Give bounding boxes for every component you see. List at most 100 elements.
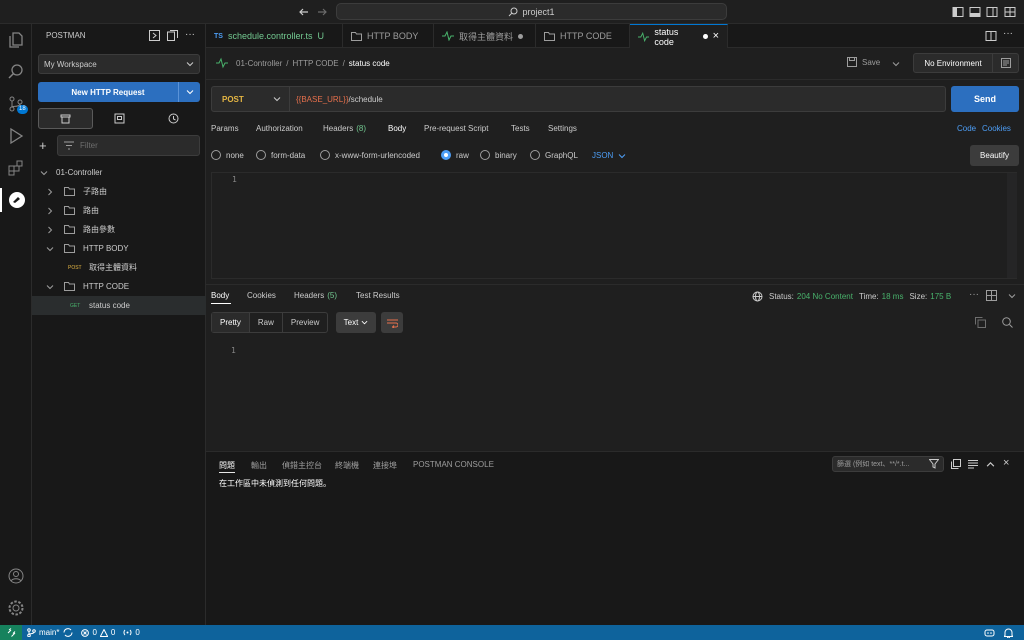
new-request-dropdown-icon[interactable] xyxy=(178,82,200,102)
postman-icon[interactable] xyxy=(0,188,32,212)
notifications-bell-icon[interactable] xyxy=(1004,628,1013,638)
url-input[interactable]: {{BASE_URL}} /schedule xyxy=(290,95,383,104)
panel-tab-problems[interactable]: 問題 xyxy=(219,460,235,471)
toggle-sidebar-icon[interactable] xyxy=(952,6,964,18)
wrap-lines-icon[interactable] xyxy=(381,312,403,333)
time-value[interactable]: 18 ms xyxy=(882,292,904,301)
maximize-panel-icon[interactable] xyxy=(986,460,995,469)
account-icon[interactable] xyxy=(4,564,28,588)
toggle-secondary-sidebar-icon[interactable] xyxy=(986,6,998,18)
settings-gear-icon[interactable] xyxy=(4,596,28,620)
tab-http-body[interactable]: HTTP BODY xyxy=(343,24,434,48)
problems-filter-input[interactable]: 篩選 (例如 text、**/*.t... xyxy=(832,456,944,472)
close-panel-icon[interactable]: × xyxy=(1003,457,1009,469)
tree-request[interactable]: POST 取得主體資料 xyxy=(32,258,206,277)
send-button[interactable]: Send xyxy=(951,86,1019,112)
ports-indicator[interactable]: 0 xyxy=(123,628,140,637)
breadcrumb-folder[interactable]: HTTP CODE xyxy=(292,59,338,68)
tab-params[interactable]: Params xyxy=(211,124,239,133)
forward-arrow-icon[interactable] xyxy=(316,6,328,18)
method-select[interactable]: POST xyxy=(212,87,290,111)
tab-http-code[interactable]: HTTP CODE xyxy=(536,24,630,48)
more-actions-icon[interactable]: ··· xyxy=(969,289,979,300)
environment-select[interactable]: No Environment xyxy=(913,53,1019,73)
extensions-icon[interactable] xyxy=(4,156,28,180)
view-as-list-icon[interactable] xyxy=(968,459,978,469)
radio-graphql[interactable]: GraphQL xyxy=(530,150,578,160)
tab-settings[interactable]: Settings xyxy=(548,124,577,133)
tree-request-selected[interactable]: GET status code xyxy=(32,296,206,315)
tree-folder[interactable]: 路由 xyxy=(32,201,206,220)
new-http-request-button[interactable]: New HTTP Request xyxy=(38,82,200,102)
response-tab-headers[interactable]: Headers (5) xyxy=(294,291,337,300)
sync-icon[interactable] xyxy=(63,628,73,637)
size-value[interactable]: 175 B xyxy=(930,292,951,301)
radio-x-www-form-urlencoded[interactable]: x-www-form-urlencoded xyxy=(320,150,420,160)
workspace-select[interactable]: My Workspace xyxy=(38,54,200,74)
cookies-link[interactable]: Cookies xyxy=(982,124,1011,133)
save-button[interactable]: Save xyxy=(847,57,880,67)
tab-tests[interactable]: Tests xyxy=(511,124,530,133)
copilot-icon[interactable] xyxy=(984,628,995,637)
environments-tab-icon[interactable] xyxy=(93,108,146,129)
tab-pre-request-script[interactable]: Pre-request Script xyxy=(424,124,488,133)
panel-tab-terminal[interactable]: 終端機 xyxy=(335,460,359,471)
request-body-editor[interactable]: 1 xyxy=(211,172,1017,279)
layout-icon[interactable] xyxy=(986,290,997,301)
view-pretty[interactable]: Pretty xyxy=(212,313,250,332)
tree-root-collection[interactable]: 01-Controller xyxy=(32,163,206,182)
tab-headers[interactable]: Headers (8) xyxy=(323,124,366,133)
remote-icon[interactable] xyxy=(0,625,22,640)
tree-folder[interactable]: 路由參數 xyxy=(32,220,206,239)
collections-tab-icon[interactable] xyxy=(38,108,94,129)
filter-input[interactable]: Filter xyxy=(57,135,200,156)
editor-scrollbar[interactable] xyxy=(1007,173,1017,278)
status-value[interactable]: 204 No Content xyxy=(797,292,853,301)
toggle-panel-icon[interactable] xyxy=(969,6,981,18)
command-center-search[interactable]: project1 xyxy=(336,3,727,20)
tree-folder[interactable]: HTTP BODY xyxy=(32,239,206,258)
collapse-chevron-icon[interactable] xyxy=(1008,292,1016,300)
collapse-all-icon[interactable] xyxy=(951,459,961,469)
tab-schedule-controller[interactable]: TS schedule.controller.ts U xyxy=(206,24,343,48)
tab-status-code[interactable]: status code × xyxy=(630,24,728,48)
split-editor-icon[interactable] xyxy=(985,30,997,42)
copy-icon[interactable] xyxy=(975,317,986,328)
beautify-button[interactable]: Beautify xyxy=(970,145,1019,166)
close-icon[interactable]: × xyxy=(713,31,719,42)
tab-get-body-data[interactable]: 取得主體資料 xyxy=(434,24,536,48)
tree-folder[interactable]: 子路由 xyxy=(32,182,206,201)
panel-tab-debug-console[interactable]: 偵錯主控台 xyxy=(282,460,322,471)
tab-authorization[interactable]: Authorization xyxy=(256,124,303,133)
collapse-icon[interactable] xyxy=(149,30,160,41)
code-link[interactable]: Code xyxy=(957,124,976,133)
panel-tab-output[interactable]: 輸出 xyxy=(251,460,267,471)
environment-quick-look-icon[interactable] xyxy=(992,53,1018,73)
panel-tab-postman-console[interactable]: POSTMAN CONSOLE xyxy=(413,460,494,469)
view-raw[interactable]: Raw xyxy=(250,313,283,332)
history-tab-icon[interactable] xyxy=(147,108,200,129)
radio-none[interactable]: none xyxy=(211,150,244,160)
response-tab-test-results[interactable]: Test Results xyxy=(356,291,400,300)
run-debug-icon[interactable] xyxy=(4,124,28,148)
view-preview[interactable]: Preview xyxy=(283,313,327,332)
branch-indicator[interactable]: main* xyxy=(27,628,59,637)
radio-binary[interactable]: binary xyxy=(480,150,517,160)
problems-indicator[interactable]: 0 0 xyxy=(81,628,115,637)
more-actions-icon[interactable]: ··· xyxy=(185,29,195,40)
new-window-icon[interactable] xyxy=(167,30,178,41)
raw-format-select[interactable]: JSON xyxy=(592,151,626,160)
search-icon[interactable] xyxy=(4,60,28,84)
response-tab-body[interactable]: Body xyxy=(211,291,229,300)
breadcrumb-root[interactable]: 01-Controller xyxy=(236,59,282,68)
panel-tab-ports[interactable]: 連接埠 xyxy=(373,460,397,471)
save-options-chevron-icon[interactable] xyxy=(892,60,900,68)
search-icon[interactable] xyxy=(1002,317,1013,328)
customize-layout-icon[interactable] xyxy=(1004,6,1016,18)
tree-folder[interactable]: HTTP CODE xyxy=(32,277,206,296)
response-format-select[interactable]: Text xyxy=(336,312,376,333)
explorer-icon[interactable] xyxy=(4,28,28,52)
more-actions-icon[interactable]: ··· xyxy=(1003,28,1013,39)
tab-body[interactable]: Body xyxy=(388,124,406,133)
source-control-icon[interactable]: 18 xyxy=(4,92,28,116)
